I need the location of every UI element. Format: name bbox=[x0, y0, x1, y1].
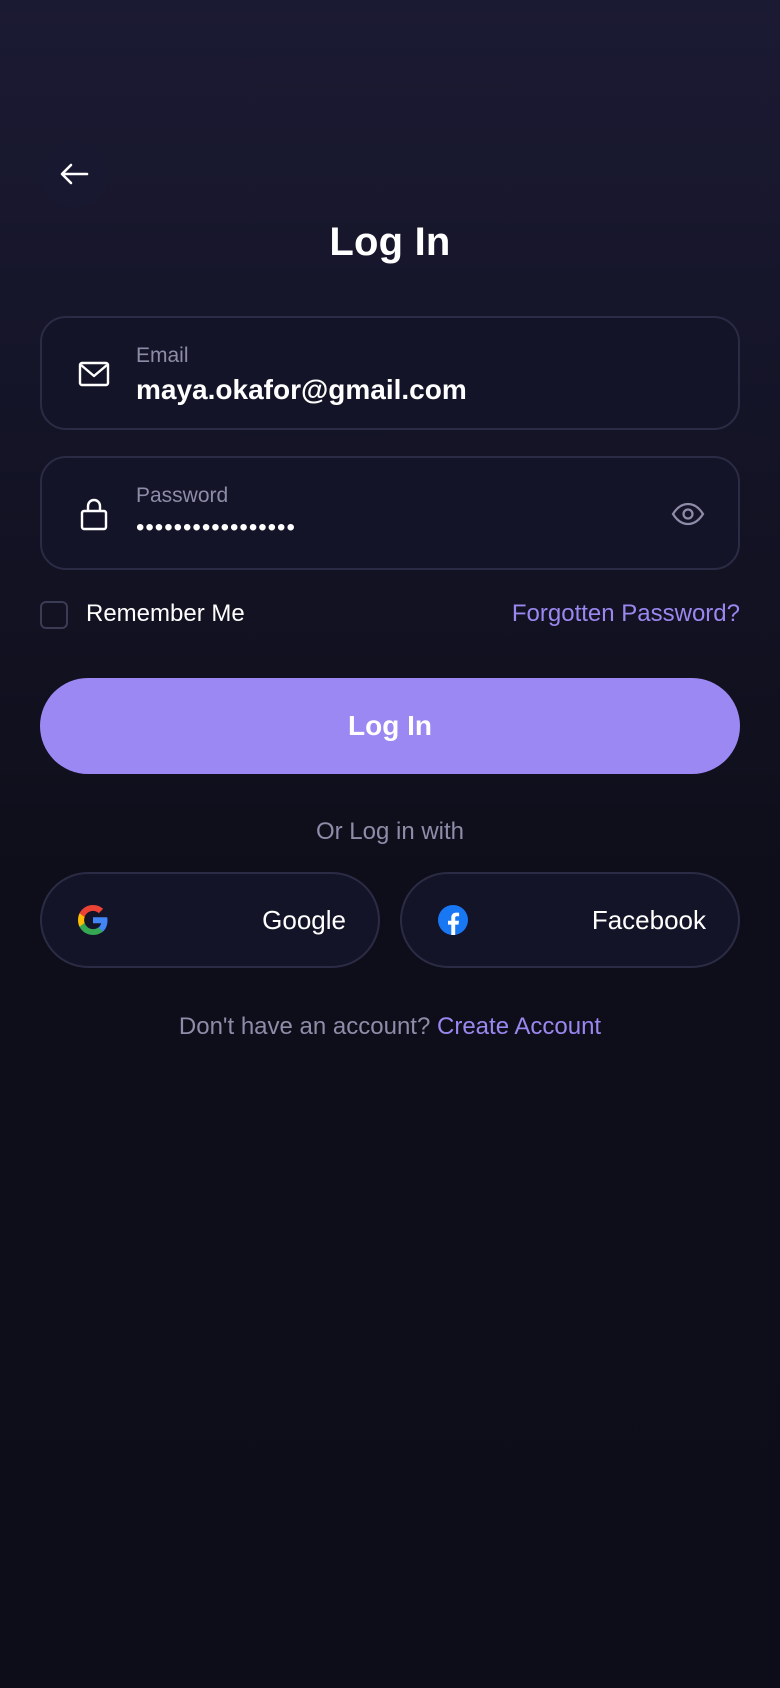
create-account-link[interactable]: Create Account bbox=[437, 1013, 601, 1040]
lock-icon bbox=[76, 496, 112, 532]
arrow-left-icon bbox=[60, 163, 89, 185]
signup-prompt-text: Don't have an account? bbox=[178, 1013, 431, 1040]
facebook-login-button[interactable]: Facebook bbox=[400, 872, 740, 968]
email-field[interactable]: Email maya.okafor@gmail.com bbox=[40, 316, 740, 430]
email-input[interactable]: maya.okafor@gmail.com bbox=[136, 374, 636, 406]
social-divider-text: Or Log in with bbox=[315, 818, 465, 845]
signup-prompt: Don't have an account? Create Account bbox=[0, 1013, 780, 1041]
google-label: Google bbox=[262, 905, 346, 935]
password-label: Password bbox=[136, 484, 229, 507]
forgot-password-link[interactable]: Forgotten Password? bbox=[512, 600, 740, 628]
remember-me-checkbox[interactable] bbox=[40, 601, 68, 629]
back-button[interactable] bbox=[40, 140, 108, 208]
password-field[interactable]: Password ••••••••••••••••• bbox=[40, 456, 740, 570]
remember-me-label[interactable]: Remember Me bbox=[86, 600, 245, 628]
email-label: Email bbox=[136, 344, 189, 367]
page-title: Log In bbox=[329, 220, 451, 264]
password-input[interactable]: ••••••••••••••••• bbox=[136, 514, 296, 542]
facebook-icon bbox=[436, 903, 470, 937]
google-login-button[interactable]: Google bbox=[40, 872, 380, 968]
facebook-label: Facebook bbox=[591, 905, 706, 935]
login-button[interactable]: Log In bbox=[40, 678, 740, 774]
eye-icon[interactable] bbox=[670, 498, 706, 530]
google-icon bbox=[76, 903, 110, 937]
mail-icon bbox=[76, 356, 112, 392]
